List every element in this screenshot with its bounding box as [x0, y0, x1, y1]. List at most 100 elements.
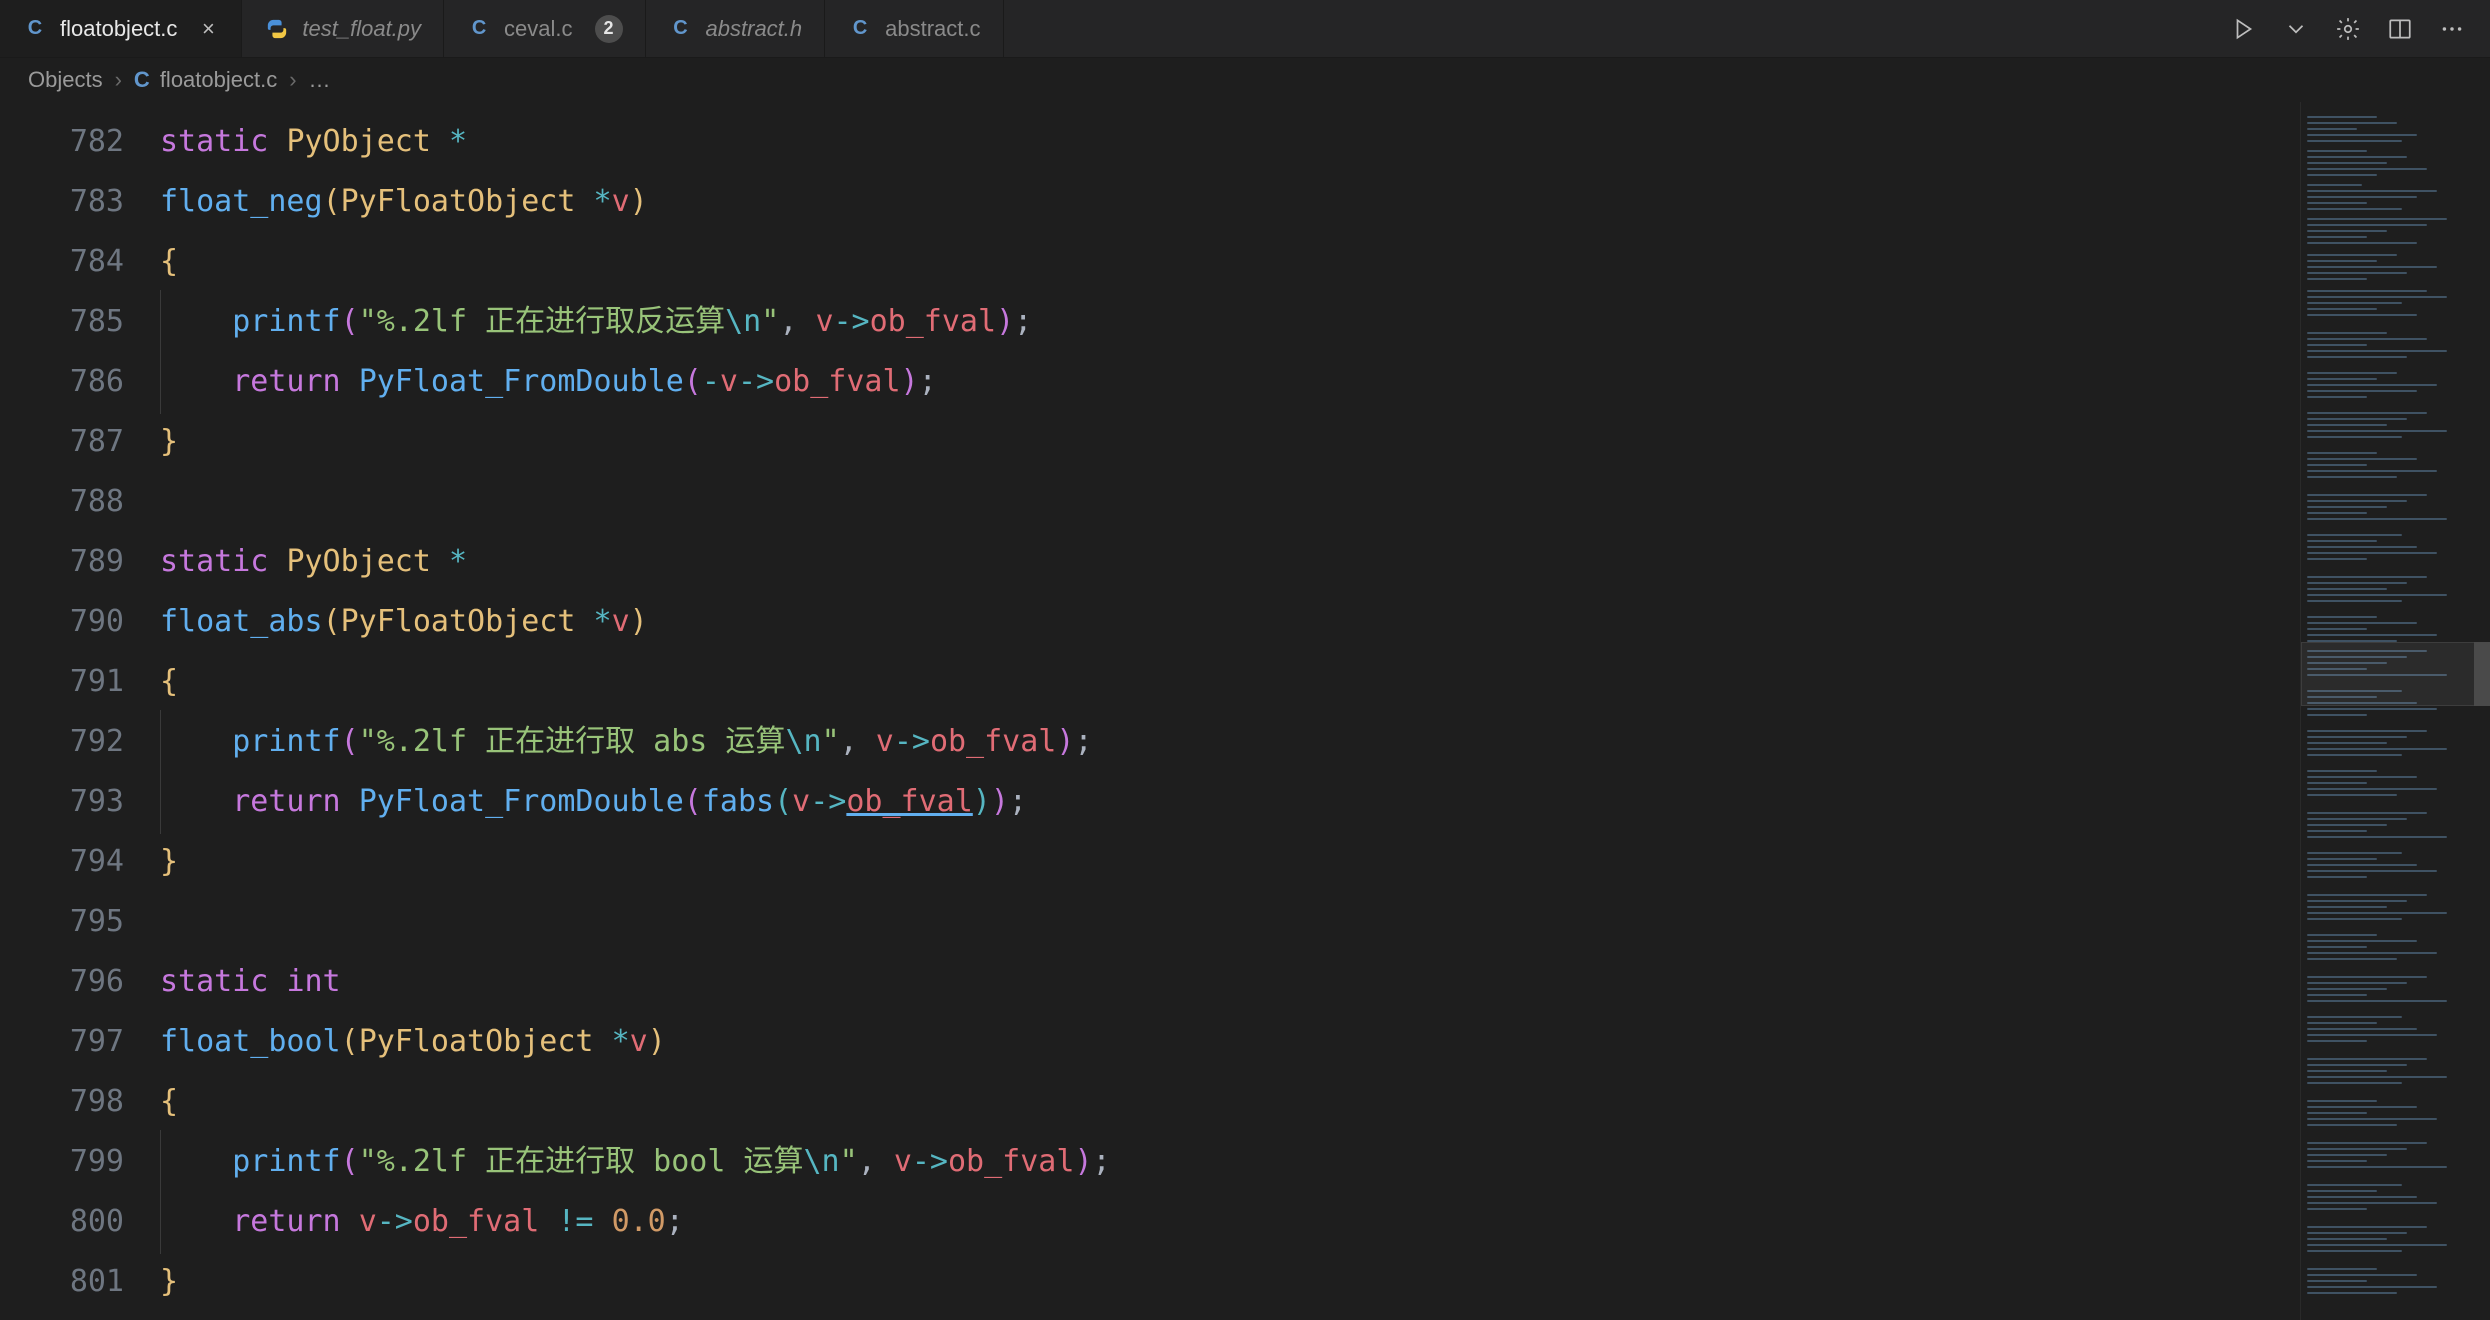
code-token: *	[594, 184, 612, 219]
breadcrumb-item[interactable]: …	[309, 67, 331, 93]
minimap-code-block	[2307, 266, 2437, 268]
code-line[interactable]: printf("%.2lf 正在进行取 bool 运算\n", v->ob_fv…	[160, 1132, 2300, 1192]
minimap-code-block	[2307, 184, 2362, 186]
minimap-code-block	[2307, 332, 2387, 334]
code-token: PyFloatObject	[359, 1024, 594, 1059]
code-token: ;	[919, 364, 937, 399]
line-number: 787	[0, 412, 160, 472]
code-line[interactable]: {	[160, 1072, 2300, 1132]
line-number: 786	[0, 352, 160, 412]
minimap[interactable]	[2300, 102, 2490, 1320]
code-token: \n	[785, 724, 821, 759]
code-token: "	[761, 304, 779, 339]
code-token: ob_fval	[870, 304, 996, 339]
code-line[interactable]: float_abs(PyFloatObject *v)	[160, 592, 2300, 652]
more-actions-icon[interactable]	[2438, 15, 2466, 43]
code-editor[interactable]: static PyObject *float_neg(PyFloatObject…	[160, 102, 2300, 1320]
code-line[interactable]	[160, 892, 2300, 952]
tab-test-float-py[interactable]: test_float.py	[242, 0, 444, 57]
tab-abstract-c[interactable]: Cabstract.c	[825, 0, 1003, 57]
minimap-code-block	[2307, 1226, 2427, 1228]
code-line[interactable]: {	[160, 652, 2300, 712]
code-line[interactable]: float_bool(PyFloatObject *v)	[160, 1012, 2300, 1072]
minimap-code-block	[2307, 870, 2437, 872]
code-token	[431, 544, 449, 579]
split-editor-icon[interactable]	[2386, 15, 2414, 43]
minimap-code-block	[2307, 290, 2427, 292]
code-token: "%.2lf 正在进行取 abs 运算	[359, 724, 786, 759]
minimap-code-block	[2307, 412, 2427, 414]
dirty-count-badge: 2	[595, 15, 623, 43]
code-line[interactable]: return PyFloat_FromDouble(fabs(v->ob_fva…	[160, 772, 2300, 832]
tab-floatobject-c[interactable]: Cfloatobject.c×	[0, 0, 242, 57]
breadcrumb[interactable]: Objects›Cfloatobject.c›…	[0, 58, 2490, 102]
code-token: ,	[840, 724, 876, 759]
settings-gear-icon[interactable]	[2334, 15, 2362, 43]
minimap-code-block	[2307, 1286, 2437, 1288]
code-line[interactable]: static PyObject *	[160, 112, 2300, 172]
code-line[interactable]: }	[160, 832, 2300, 892]
minimap-code-block	[2307, 418, 2407, 420]
line-number: 788	[0, 472, 160, 532]
c-file-icon: C	[668, 16, 694, 42]
code-token: ->	[810, 784, 846, 819]
line-number: 798	[0, 1072, 160, 1132]
code-line[interactable]: return PyFloat_FromDouble(-v->ob_fval);	[160, 352, 2300, 412]
code-token: v	[359, 1204, 377, 1239]
code-line[interactable]: return v->ob_fval != 0.0;	[160, 1192, 2300, 1252]
code-line[interactable]: static PyObject *	[160, 532, 2300, 592]
minimap-code-block	[2307, 952, 2437, 954]
python-file-icon	[264, 16, 290, 42]
scrollbar-thumb[interactable]	[2474, 642, 2490, 706]
code-token	[341, 364, 359, 399]
line-number: 795	[0, 892, 160, 952]
minimap-code-block	[2307, 546, 2417, 548]
code-token	[160, 712, 232, 772]
line-number: 782	[0, 112, 160, 172]
minimap-code-block	[2307, 128, 2357, 130]
code-token: ->	[834, 304, 870, 339]
minimap-code-block	[2307, 236, 2367, 238]
close-icon[interactable]: ×	[197, 16, 219, 42]
code-line[interactable]: static int	[160, 952, 2300, 1012]
code-line[interactable]: {	[160, 232, 2300, 292]
code-line[interactable]: }	[160, 1252, 2300, 1312]
minimap-code-block	[2307, 296, 2447, 298]
code-line[interactable]: float_neg(PyFloatObject *v)	[160, 172, 2300, 232]
code-line[interactable]: printf("%.2lf 正在进行取反运算\n", v->ob_fval);	[160, 292, 2300, 352]
code-token	[268, 544, 286, 579]
minimap-code-block	[2307, 350, 2447, 352]
code-token: return	[232, 784, 340, 819]
tab-label: test_float.py	[302, 16, 421, 42]
breadcrumb-item[interactable]: Objects	[28, 67, 103, 93]
minimap-code-block	[2307, 1148, 2407, 1150]
minimap-code-block	[2307, 794, 2397, 796]
minimap-code-block	[2307, 736, 2407, 738]
minimap-code-block	[2307, 190, 2437, 192]
tab-ceval-c[interactable]: Cceval.c2	[444, 0, 645, 57]
code-token: ;	[1074, 724, 1092, 759]
minimap-code-block	[2307, 202, 2367, 204]
run-dropdown-icon[interactable]	[2282, 15, 2310, 43]
code-token: (	[323, 184, 341, 219]
minimap-code-block	[2307, 1268, 2377, 1270]
line-number: 783	[0, 172, 160, 232]
minimap-code-block	[2307, 116, 2377, 118]
run-icon[interactable]	[2230, 15, 2258, 43]
code-line[interactable]: }	[160, 412, 2300, 472]
minimap-code-block	[2307, 512, 2367, 514]
minimap-viewport[interactable]	[2301, 642, 2490, 706]
code-token: }	[160, 424, 178, 459]
editor-window: Cfloatobject.c×test_float.pyCceval.c2Cab…	[0, 0, 2490, 1320]
code-line[interactable]: printf("%.2lf 正在进行取 abs 运算\n", v->ob_fva…	[160, 712, 2300, 772]
code-token: PyObject	[286, 124, 431, 159]
code-token: ;	[1014, 304, 1032, 339]
c-file-icon: C	[134, 67, 150, 93]
code-token: (	[341, 304, 359, 339]
code-line[interactable]	[160, 472, 2300, 532]
tab-abstract-h[interactable]: Cabstract.h	[646, 0, 826, 57]
minimap-code-block	[2307, 506, 2387, 508]
breadcrumb-item[interactable]: Cfloatobject.c	[134, 67, 277, 93]
minimap-code-block	[2307, 900, 2407, 902]
code-token	[594, 1024, 612, 1059]
